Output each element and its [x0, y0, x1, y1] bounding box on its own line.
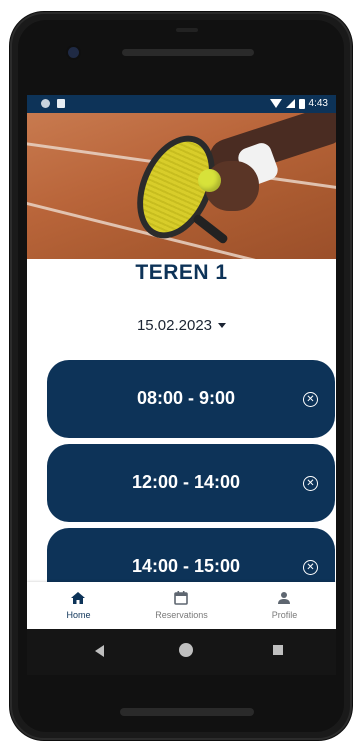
status-bar: 4:43 [27, 95, 336, 113]
time-slot-card[interactable]: 12:00 - 14:00 ✕ [47, 444, 335, 522]
nav-label-profile: Profile [271, 610, 298, 620]
person-icon [278, 592, 290, 604]
time-slot-card[interactable]: 08:00 - 9:00 ✕ [47, 360, 335, 438]
bottom-speaker [120, 708, 254, 716]
hero-image [27, 113, 336, 259]
back-icon[interactable] [95, 645, 104, 657]
nav-label-reservations: Reservations [155, 610, 208, 620]
nav-item-profile[interactable]: Profile [233, 582, 336, 629]
bottom-navigation: Home Reservations Profile [27, 582, 336, 629]
sim-card-icon [57, 99, 65, 108]
system-navigation-bar [27, 629, 336, 675]
nav-item-reservations[interactable]: Reservations [130, 582, 233, 629]
court-title: TEREN 1 [135, 261, 228, 284]
nav-label-home: Home [66, 610, 91, 620]
recents-icon[interactable] [273, 645, 283, 655]
time-slot-label: 12:00 - 14:00 [131, 472, 241, 492]
status-right: 4:43 [269, 98, 328, 109]
tennis-ball-icon [198, 169, 221, 192]
wifi-icon [269, 99, 282, 108]
earpiece [176, 28, 198, 32]
cancel-reservation-icon[interactable]: ✕ [303, 560, 318, 575]
front-camera-icon [68, 47, 79, 58]
signal-icon [285, 99, 295, 108]
racket-handle [191, 213, 230, 245]
time-slot-label: 14:00 - 15:00 [131, 556, 241, 576]
cancel-reservation-icon[interactable]: ✕ [303, 476, 318, 491]
app-screen: 4:43 TEREN 1 15.02.2023 08:00 - 9:00 ✕ 1… [27, 95, 336, 629]
notification-dot-icon [41, 99, 50, 108]
status-left [41, 99, 65, 108]
date-selector[interactable]: 15.02.2023 [27, 317, 336, 334]
home-button-icon[interactable] [179, 643, 193, 657]
cancel-reservation-icon[interactable]: ✕ [303, 392, 318, 407]
calendar-icon [174, 591, 188, 605]
time-slot-label: 08:00 - 9:00 [136, 388, 236, 408]
selected-date: 15.02.2023 [136, 317, 213, 334]
top-speaker [122, 49, 254, 56]
status-time: 4:43 [308, 98, 328, 109]
nav-item-home[interactable]: Home [27, 582, 130, 629]
dropdown-caret-icon [218, 323, 227, 328]
battery-icon [298, 98, 305, 109]
home-icon [71, 592, 85, 604]
